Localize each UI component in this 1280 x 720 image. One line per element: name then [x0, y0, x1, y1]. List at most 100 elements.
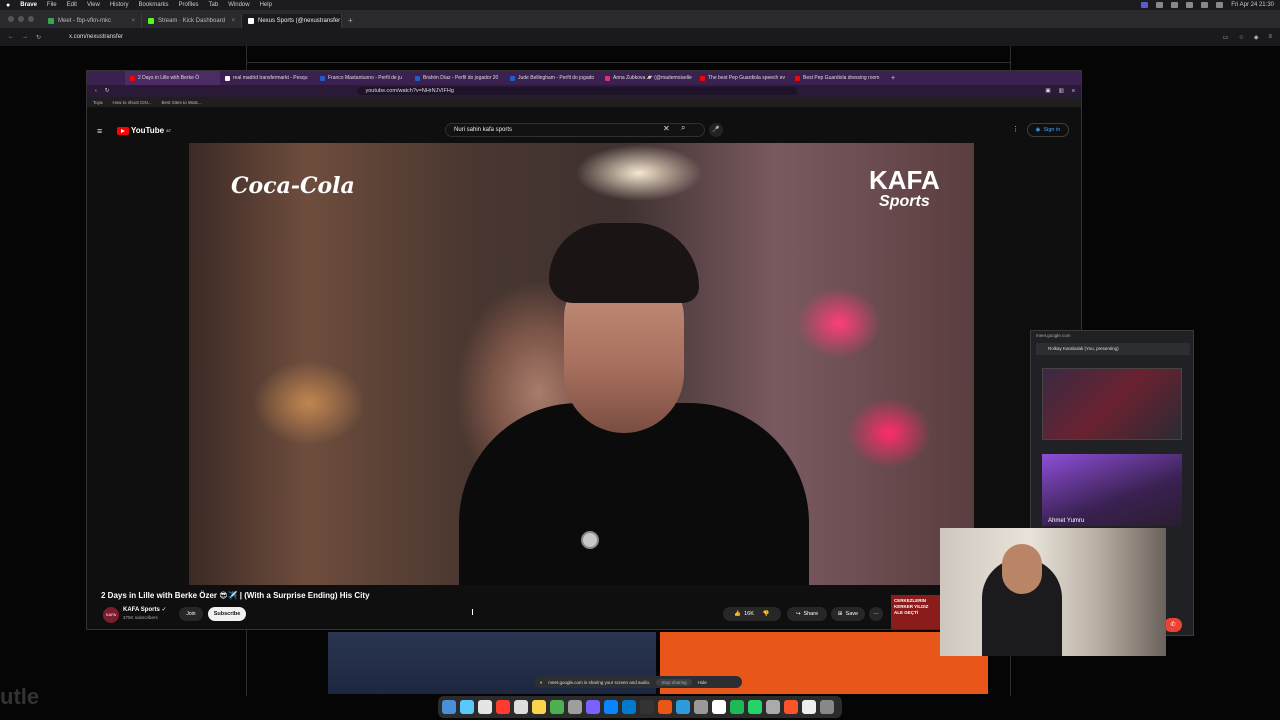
app-icon[interactable] — [658, 700, 672, 714]
menubar-item-view[interactable]: View — [87, 2, 100, 8]
menu-icon[interactable]: ≡ — [1268, 34, 1272, 41]
zoom-window-icon[interactable] — [28, 16, 34, 22]
close-window-icon[interactable] — [8, 16, 14, 22]
status-icon[interactable] — [1171, 2, 1179, 8]
outer-tab-meet[interactable]: Meet - fbp-vfkn-mkc × — [42, 14, 142, 28]
menubar-item-profiles[interactable]: Profiles — [179, 2, 199, 8]
menubar-clock[interactable]: Fri Apr 24 21:30 — [1231, 2, 1274, 8]
related-video-thumbnail[interactable]: CERKEZLERIN KERKER YILDIZ ALE GEÇTİ — [891, 595, 941, 629]
subscribe-button[interactable]: Subscribe — [208, 607, 246, 621]
outer-tab-kick[interactable]: Stream · Kick Dashboard × — [142, 14, 242, 28]
back-icon[interactable]: ‹ — [95, 88, 97, 94]
hide-button[interactable]: Hide — [698, 680, 707, 685]
youtube-logo[interactable]: YouTube AT — [117, 126, 171, 135]
end-call-button[interactable]: ✆ — [1164, 618, 1182, 632]
close-tab-icon[interactable]: × — [131, 18, 135, 24]
thumbs-down-icon[interactable]: 👎 — [763, 611, 770, 617]
forward-icon[interactable]: → — [22, 34, 28, 40]
new-tab-icon[interactable]: + — [342, 16, 359, 28]
inner-tab[interactable]: Best Pep Guardiola dressing room — [790, 71, 885, 85]
cast-icon[interactable]: ▭ — [1223, 34, 1229, 41]
bookmark-item[interactable]: Best Sites to Watc... — [162, 100, 202, 105]
menubar-item-help[interactable]: Help — [260, 2, 272, 8]
calendar-icon[interactable] — [496, 700, 510, 714]
video-player[interactable]: Coca-Cola KAFA Sports — [189, 143, 974, 585]
notes-icon[interactable] — [514, 700, 528, 714]
terminal-icon[interactable] — [640, 700, 654, 714]
spotify-icon[interactable] — [730, 700, 744, 714]
screen-share-icon[interactable] — [1141, 2, 1149, 8]
safari-icon[interactable] — [460, 700, 474, 714]
menu-icon[interactable]: ≡ — [1072, 88, 1075, 94]
inner-url-field[interactable]: youtube.com/watch?v=NHrNJVIFHg — [357, 87, 798, 95]
sidebar-icon[interactable]: ▥ — [1059, 88, 1064, 94]
share-button[interactable]: ↪ Share — [787, 607, 827, 621]
more-actions-button[interactable]: ⋯ — [869, 607, 883, 621]
photos-icon[interactable] — [478, 700, 492, 714]
app-icon[interactable] — [694, 700, 708, 714]
status-icon[interactable] — [1156, 2, 1164, 8]
stop-sharing-button[interactable]: Stop sharing — [656, 678, 692, 686]
hamburger-menu-icon[interactable]: ≡ — [97, 126, 102, 136]
thumbs-up-icon[interactable]: 👍 — [734, 611, 741, 617]
apple-icon[interactable]: ● — [6, 2, 10, 9]
channel-avatar[interactable]: KAFA — [103, 607, 119, 623]
meet-screen-preview[interactable] — [1042, 368, 1182, 440]
app-icon[interactable] — [676, 700, 690, 714]
menubar-item-tab[interactable]: Tab — [209, 2, 219, 8]
close-tab-icon[interactable]: × — [231, 18, 235, 24]
outer-url-field[interactable]: x.com/nexustransfer — [69, 34, 123, 40]
reload-icon[interactable]: ↻ — [105, 88, 110, 94]
documents-icon[interactable] — [802, 700, 816, 714]
back-icon[interactable]: ← — [8, 34, 14, 40]
stickies-icon[interactable] — [532, 700, 546, 714]
minimize-window-icon[interactable] — [18, 16, 24, 22]
inner-tab[interactable]: The best Pep Guardiola speech ev — [695, 71, 790, 85]
bookmark-star-icon[interactable]: ☆ — [1238, 34, 1243, 41]
menubar-item-file[interactable]: File — [47, 2, 57, 8]
menubar-app-name[interactable]: Brave — [20, 2, 37, 8]
inner-tab[interactable]: real madrid transfermarkt - Pesqu — [220, 71, 315, 85]
menubar-item-history[interactable]: History — [110, 2, 129, 8]
chrome-icon[interactable] — [550, 700, 564, 714]
like-dislike-button[interactable]: 👍 16K 👎 — [723, 607, 781, 621]
whatsapp-icon[interactable] — [748, 700, 762, 714]
app-icon[interactable] — [604, 700, 618, 714]
menubar-item-window[interactable]: Window — [228, 2, 249, 8]
channel-name[interactable]: KAFA Sports ✓ — [123, 606, 166, 613]
wifi-icon[interactable] — [1201, 2, 1209, 8]
app-icon[interactable] — [712, 700, 726, 714]
inner-tab[interactable]: Anna Zubkova 🪐 (@mademoiselle — [600, 71, 695, 85]
outer-tab-x[interactable]: Nexus Sports (@nexustransfer × — [242, 14, 342, 28]
vscode-icon[interactable] — [622, 700, 636, 714]
more-options-icon[interactable]: ⋮ — [1012, 125, 1019, 133]
settings-icon[interactable] — [568, 700, 582, 714]
tab-group-handle[interactable] — [95, 71, 125, 85]
trash-icon[interactable] — [820, 700, 834, 714]
extensions-icon[interactable]: ▣ — [1045, 88, 1050, 94]
app-icon[interactable] — [586, 700, 600, 714]
inner-tab[interactable]: Brahim Díaz - Perfil do jogador 20 — [410, 71, 505, 85]
meet-presenter-bar[interactable]: Rolkay Karabulak (You, presenting) — [1036, 343, 1190, 355]
finder-icon[interactable] — [442, 700, 456, 714]
inner-tab[interactable]: Franco Mastantuono - Perfil de ju — [315, 71, 410, 85]
brave-shield-icon[interactable]: ◆ — [1254, 34, 1259, 41]
app-icon[interactable] — [766, 700, 780, 714]
new-tab-icon[interactable]: + — [885, 75, 901, 82]
menubar-item-edit[interactable]: Edit — [67, 2, 77, 8]
clear-search-icon[interactable]: ✕ — [663, 124, 670, 133]
inner-tab[interactable]: 2 Days in Lille with Berke Ö — [125, 71, 220, 85]
reload-icon[interactable]: ↻ — [36, 34, 41, 41]
save-button[interactable]: ⊞ Save — [831, 607, 865, 621]
bookmark-item[interactable]: How to shoot CIN... — [113, 100, 152, 105]
battery-icon[interactable] — [1216, 2, 1224, 8]
meet-participant-tile[interactable] — [1042, 454, 1182, 526]
menubar-item-bookmarks[interactable]: Bookmarks — [139, 2, 169, 8]
sign-in-button[interactable]: ◉ Sign in — [1027, 123, 1069, 137]
microphone-icon[interactable]: 🎤 — [709, 123, 723, 137]
brave-icon[interactable] — [784, 700, 798, 714]
status-icon[interactable] — [1186, 2, 1194, 8]
bookmark-folder[interactable]: Toya — [93, 100, 103, 105]
inner-tab[interactable]: Jude Bellingham - Perfil do jogado — [505, 71, 600, 85]
search-icon[interactable]: ⌕ — [681, 123, 695, 137]
